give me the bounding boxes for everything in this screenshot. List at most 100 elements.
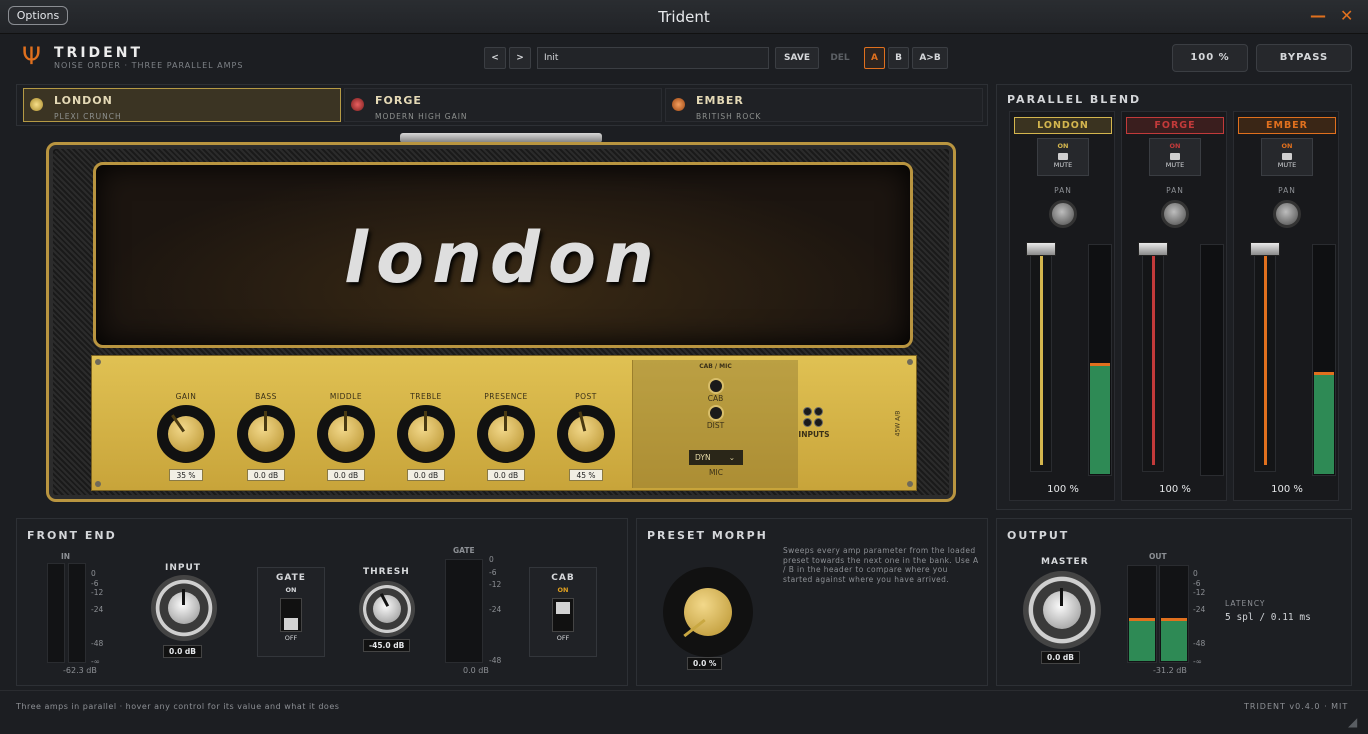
- inputs-label: INPUTS: [798, 430, 830, 439]
- preset-name-field[interactable]: Init: [537, 47, 769, 69]
- amp-knob-gain[interactable]: GAIN 35 %: [154, 392, 218, 482]
- resize-grip-icon[interactable]: ◢: [1348, 715, 1357, 729]
- output-panel: OUTPUT MASTER 0.0 dB OUT 0 -6 -12 -24 -4…: [996, 518, 1352, 686]
- volume-fader-handle[interactable]: [1026, 242, 1056, 256]
- cab-switch[interactable]: [552, 598, 574, 632]
- thresh-knob-value: -45.0 dB: [363, 639, 411, 652]
- scale-label: -24: [1193, 605, 1206, 614]
- pan-label: PAN: [1054, 186, 1072, 195]
- gate-threshold-knob[interactable]: [359, 581, 415, 637]
- mute-toggle[interactable]: ON MUTE: [1149, 138, 1201, 176]
- minimize-icon[interactable]: —: [1310, 6, 1326, 25]
- prev-preset-button[interactable]: <: [484, 47, 506, 69]
- volume-fader-track[interactable]: [1142, 244, 1164, 472]
- amp-tab-subtitle: MODERN HIGH GAIN: [375, 112, 468, 121]
- mute-toggle[interactable]: ON MUTE: [1037, 138, 1089, 176]
- gate-toggle-box[interactable]: GATE ON OFF: [257, 567, 325, 657]
- gate-label: GATE: [276, 573, 306, 583]
- latency-label: LATENCY: [1225, 599, 1266, 608]
- amp-knob[interactable]: [397, 405, 455, 463]
- amp-knob-middle[interactable]: MIDDLE 0.0 dB: [314, 392, 378, 482]
- chevron-down-icon: ⌄: [728, 453, 735, 462]
- ab-slot-a-button[interactable]: A: [864, 47, 885, 69]
- save-button[interactable]: SAVE: [775, 47, 819, 69]
- mic-type-select[interactable]: DYN ⌄: [689, 450, 743, 465]
- scale-label: -24: [489, 605, 502, 614]
- amp-knob[interactable]: [157, 405, 215, 463]
- pan-knob[interactable]: [1049, 200, 1077, 228]
- zoom-button[interactable]: 100 %: [1172, 44, 1248, 72]
- preset-morph-title: PRESET MORPH: [647, 529, 768, 542]
- amp-tab-london[interactable]: LONDON PLEXI CRUNCH: [23, 88, 341, 122]
- mute-on-label: ON: [1169, 142, 1181, 150]
- dist-label: DIST: [706, 421, 725, 430]
- amp-control-panel: GAIN 35 % BASS 0.0 dB MIDDLE 0.0 dB TREB…: [91, 355, 917, 491]
- input-meter-left: [47, 563, 65, 663]
- volume-fader-track[interactable]: [1030, 244, 1052, 472]
- scale-label: -12: [91, 588, 104, 597]
- pan-knob[interactable]: [1161, 200, 1189, 228]
- mute-switch[interactable]: [1170, 153, 1180, 160]
- mute-on-label: ON: [1281, 142, 1293, 150]
- scale-label: -6: [489, 568, 497, 577]
- input-gain-knob[interactable]: [151, 575, 217, 641]
- copy-a-to-b-button[interactable]: A>B: [912, 47, 948, 69]
- master-knob[interactable]: [1023, 571, 1101, 649]
- dist-knob[interactable]: [707, 405, 724, 421]
- cab-knob[interactable]: [707, 378, 724, 394]
- gate-on-label: ON: [285, 586, 297, 594]
- gate-switch[interactable]: [280, 598, 302, 632]
- mute-label: MUTE: [1277, 161, 1297, 169]
- scale-label: 0: [1193, 569, 1198, 578]
- cab-off-label: OFF: [556, 634, 570, 642]
- cab-label: CAB: [707, 394, 724, 403]
- mute-on-label: ON: [1057, 142, 1069, 150]
- cab-mic-section: CAB / MIC CAB DIST DYN ⌄ MIC: [632, 360, 798, 488]
- cab-toggle-box[interactable]: CAB ON OFF: [529, 567, 597, 657]
- scale-label: -12: [1193, 588, 1206, 597]
- channel-ember: EMBER ON MUTE PAN 100 %: [1233, 111, 1339, 501]
- channel-forge: FORGE ON MUTE PAN 100 %: [1121, 111, 1227, 501]
- pan-knob[interactable]: [1273, 200, 1301, 228]
- plugin-header: Ψ TRIDENT NOISE ORDER · THREE PARALLEL A…: [0, 34, 1368, 80]
- mute-switch[interactable]: [1282, 153, 1292, 160]
- amp-knob[interactable]: [557, 405, 615, 463]
- amp-tab-ember[interactable]: EMBER BRITISH ROCK: [665, 88, 983, 122]
- cab-on-label: ON: [557, 586, 569, 594]
- delete-button[interactable]: DEL: [824, 47, 856, 69]
- morph-description: Sweeps every amp parameter from the load…: [783, 546, 979, 584]
- ab-slot-b-button[interactable]: B: [888, 47, 909, 69]
- amp-knob-post[interactable]: POST 45 %: [554, 392, 618, 482]
- volume-fader-track[interactable]: [1254, 244, 1276, 472]
- amp-tab-subtitle: PLEXI CRUNCH: [54, 112, 122, 121]
- amp-knob-treble[interactable]: TREBLE 0.0 dB: [394, 392, 458, 482]
- bypass-button[interactable]: BYPASS: [1256, 44, 1352, 72]
- meter-fill: [1314, 374, 1334, 474]
- next-preset-button[interactable]: >: [509, 47, 531, 69]
- mute-switch[interactable]: [1058, 153, 1068, 160]
- morph-knob[interactable]: [663, 567, 753, 657]
- amp-tab-name: LONDON: [54, 94, 113, 107]
- cab-label: CAB: [551, 573, 575, 583]
- output-meter-fill: [1129, 620, 1155, 661]
- channel-name: FORGE: [1126, 117, 1224, 134]
- volume-fader-handle[interactable]: [1138, 242, 1168, 256]
- close-icon[interactable]: ✕: [1340, 6, 1353, 25]
- amp-knob[interactable]: [317, 405, 375, 463]
- scale-label: -24: [91, 605, 104, 614]
- input-jacks: [802, 406, 826, 428]
- output-meter-peak: [1161, 618, 1187, 621]
- amp-knob-presence[interactable]: PRESENCE 0.0 dB: [474, 392, 538, 482]
- amp-tab-forge[interactable]: FORGE MODERN HIGH GAIN: [344, 88, 662, 122]
- amp-knob-bass[interactable]: BASS 0.0 dB: [234, 392, 298, 482]
- amp-knob[interactable]: [237, 405, 295, 463]
- knob-label: POST: [575, 392, 597, 401]
- amp-knob[interactable]: [477, 405, 535, 463]
- channel-volume-value: 100 %: [1159, 484, 1191, 495]
- scale-label: -48: [91, 639, 104, 648]
- mic-label: MIC: [709, 468, 723, 477]
- output-meter-fill: [1161, 620, 1187, 661]
- mute-toggle[interactable]: ON MUTE: [1261, 138, 1313, 176]
- volume-fader-handle[interactable]: [1250, 242, 1280, 256]
- master-knob-value: 0.0 dB: [1041, 651, 1080, 664]
